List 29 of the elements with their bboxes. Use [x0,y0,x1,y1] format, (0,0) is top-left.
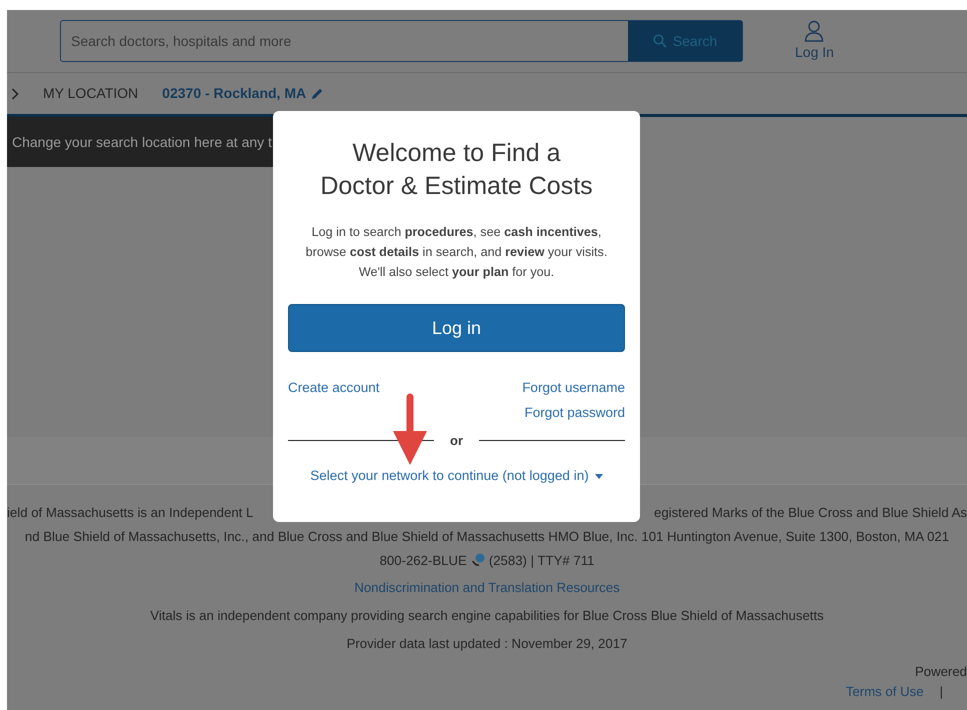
phone-number: (2583) | TTY# 711 [488,552,594,570]
location-label: MY LOCATION [43,84,138,103]
dialog-title: Welcome to Find a Doctor & Estimate Costs [319,138,594,202]
caret-icon [594,474,603,480]
terms-link[interactable]: Terms of Use [846,682,924,702]
or-divider-text: or [450,432,463,450]
nondiscrimination-link[interactable]: Nondiscrimination and Translation Resources [354,580,620,596]
chevron-icon[interactable] [11,88,19,100]
footer-address: nd Blue Shield of Massachusetts, Inc., and Blue Cross and Blue Shield of Massachusetts HMO Blue, Inc. 101 Huntington Avenue, Suite 1300, Boston, MA 021 [24,528,950,546]
updated-text: Provider data last updated : November 29, 2017 [346,636,628,651]
footer-text: egistered Marks of the Blue Cross and Blue Shield As [654,504,967,522]
person-icon [804,20,824,42]
separator-text: | [940,682,943,701]
search-icon [652,34,667,48]
forgot-password-link[interactable]: Forgot password [524,402,625,423]
footer-text: ield of Massachusetts is an Independent L [7,504,254,522]
vitals-text: Vitals is an independent company providing search engine capabilities for Blue Cross Blue Shield of Massachusetts [150,608,824,624]
powered-text: Powered [914,662,967,681]
phone-icon [470,553,485,568]
location-link[interactable]: 02370 - Rockland, MA [162,83,324,104]
forgot-username-link[interactable]: Forgot username [522,378,625,399]
network-dropdown[interactable]: Select your network to continue (not logged in) [310,466,603,487]
create-account-link[interactable]: Create account [288,378,380,399]
tooltip-text: Change your search location here at any t [12,132,272,152]
login-button[interactable]: Log in [288,304,625,352]
dialog-intro: Log in to search procedures, see cash incentives, browse cost details in search, and review your visits. We'll also select your plan for you. [304,224,608,282]
login-button[interactable]: Log In [795,20,834,62]
phone-number: 800-262-BLUE [380,552,467,570]
pencil-icon [310,86,324,100]
